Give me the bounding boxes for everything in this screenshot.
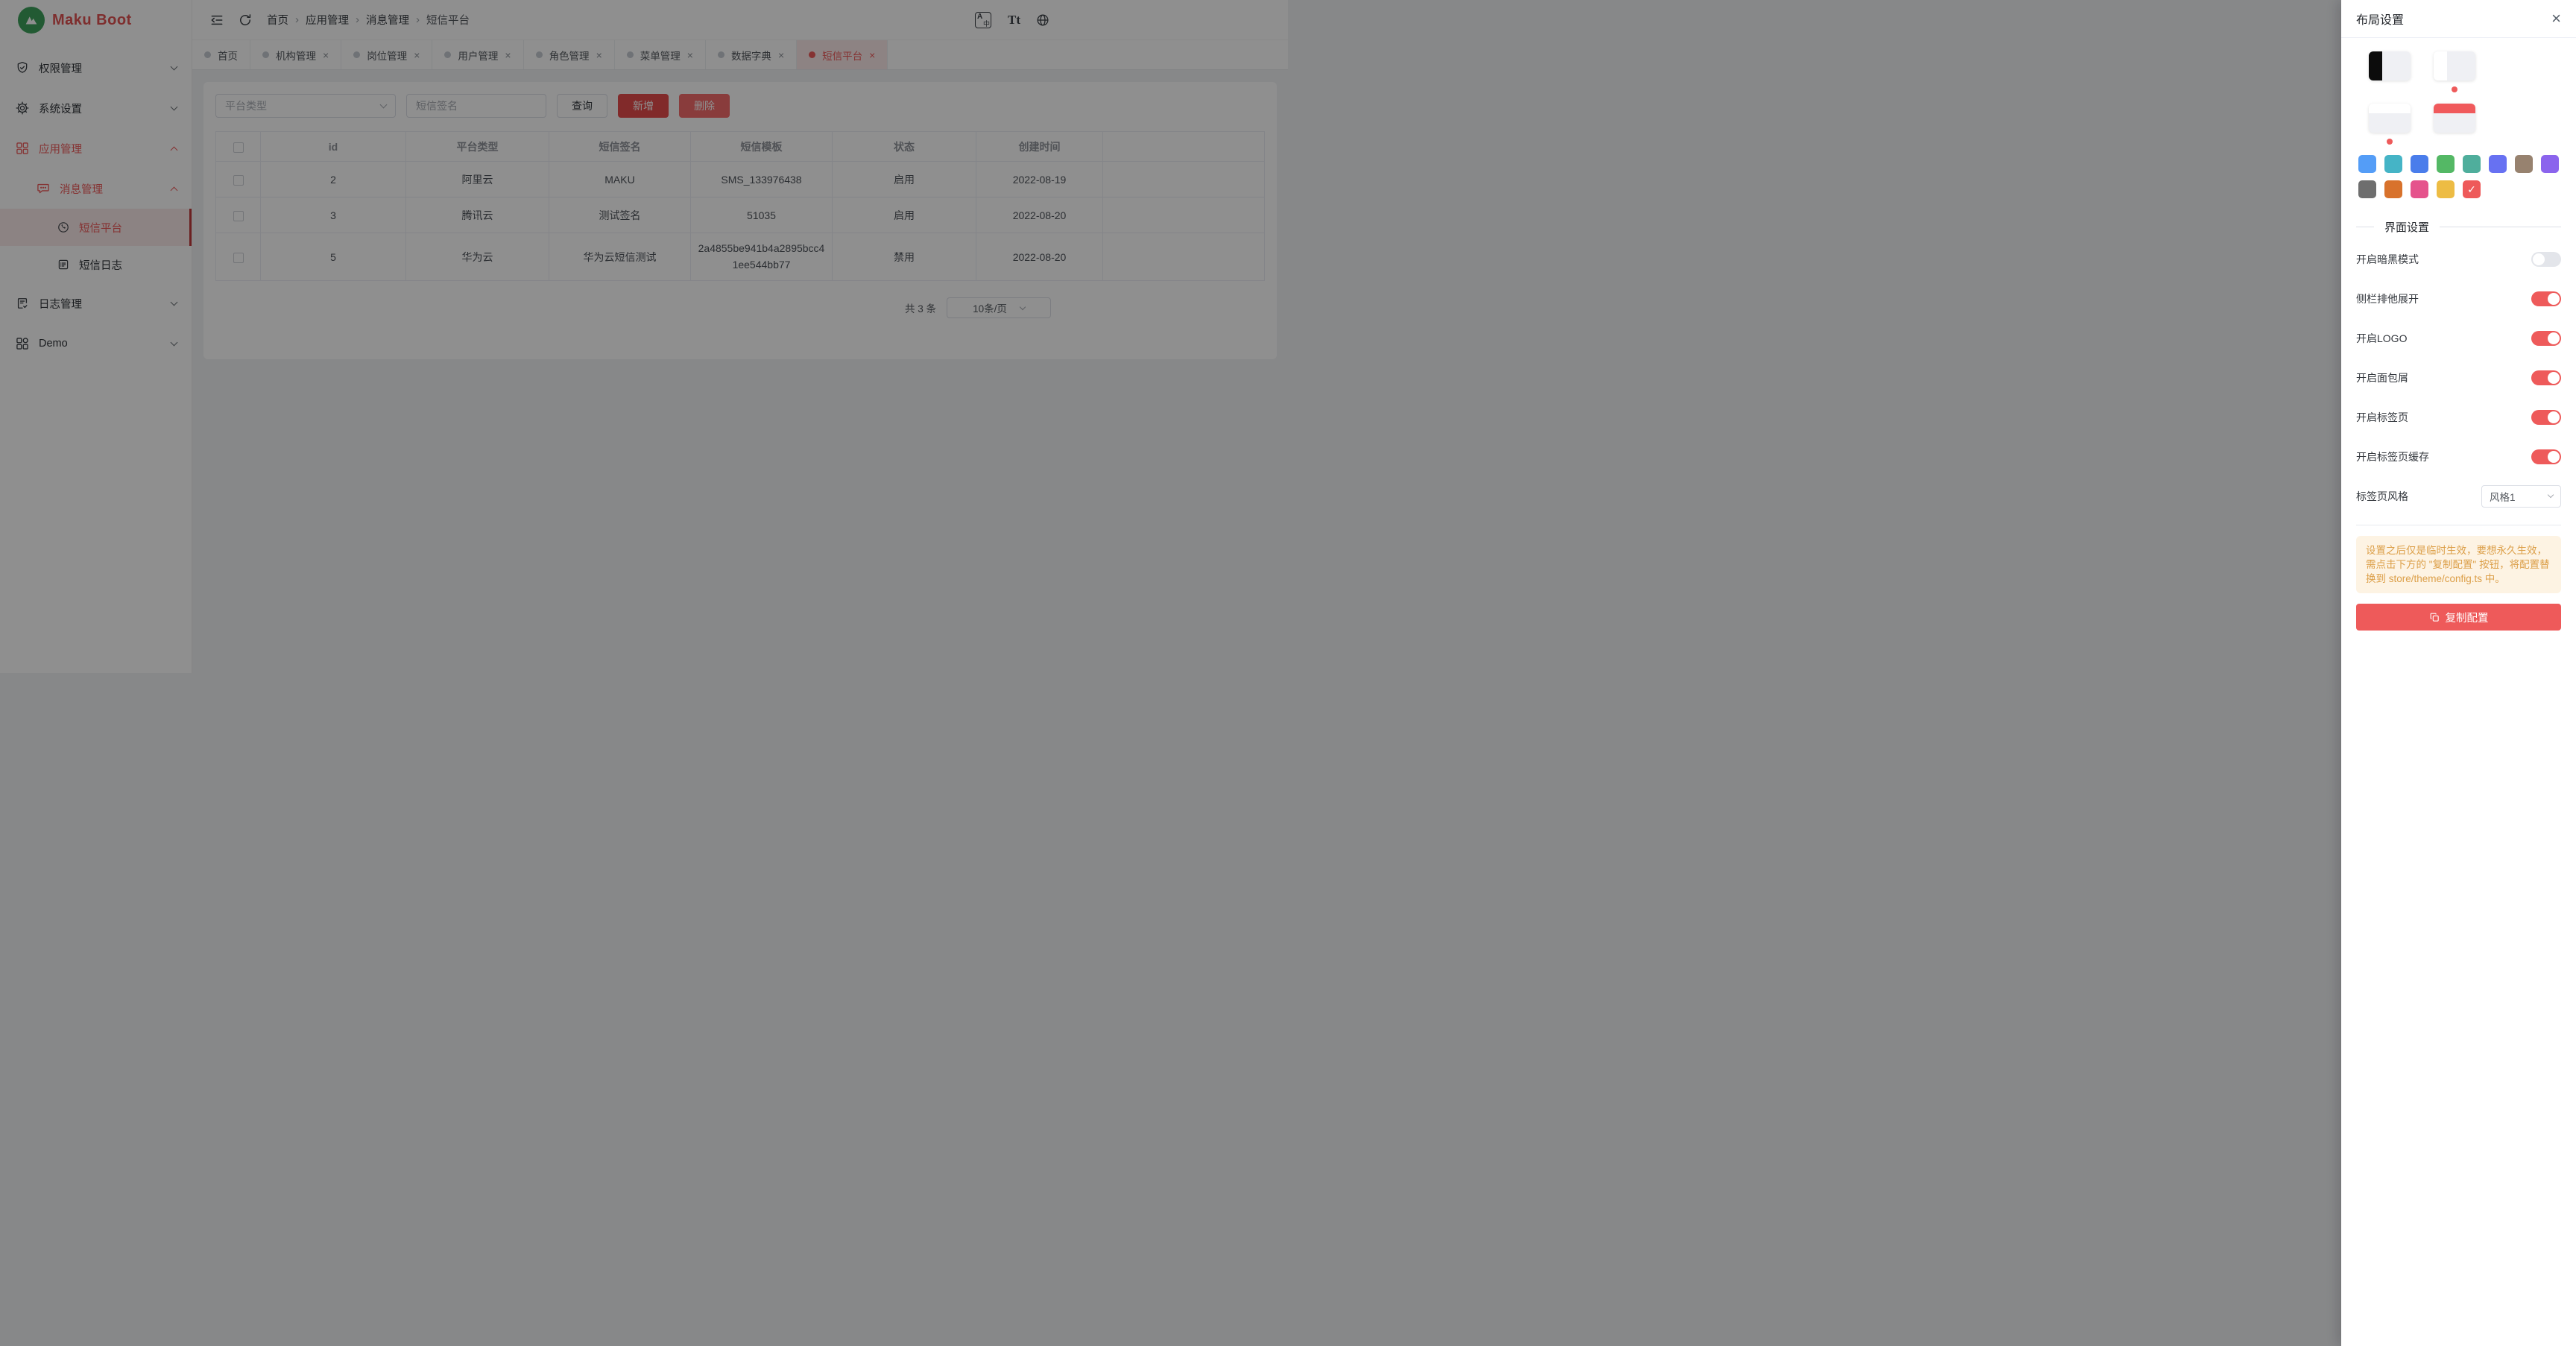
theme-color-swatch[interactable]	[2411, 155, 2428, 173]
theme-color-swatch[interactable]	[2463, 155, 2481, 173]
chevron-down-icon	[2548, 492, 2554, 498]
drawer-title: 布局设置	[2356, 10, 2404, 28]
breadcrumb-toggle[interactable]	[2531, 370, 2561, 385]
setting-tabs: 开启标签页	[2356, 397, 2561, 437]
tab-style-select[interactable]: 风格1	[2481, 485, 2561, 508]
setting-tab-style: 标签页风格 风格1	[2356, 476, 2561, 516]
theme-color-swatches: ✓	[2358, 155, 2561, 198]
sidebar-dark-preview-icon	[2369, 51, 2411, 80]
layout-settings-drawer: 布局设置 ×	[2341, 0, 2576, 1346]
theme-color-swatch[interactable]	[2384, 155, 2402, 173]
theme-color-swatch[interactable]	[2437, 180, 2455, 198]
tabs-cache-toggle[interactable]	[2531, 449, 2561, 464]
header-light-preview-icon	[2369, 104, 2411, 133]
layout-options	[2369, 51, 2561, 133]
theme-color-swatch[interactable]	[2411, 180, 2428, 198]
selected-dot-icon	[2452, 86, 2457, 92]
copy-icon	[2429, 612, 2440, 623]
setting-breadcrumb: 开启面包屑	[2356, 358, 2561, 397]
theme-color-swatch[interactable]	[2515, 155, 2533, 173]
close-icon[interactable]: ×	[2551, 10, 2561, 27]
theme-color-swatch[interactable]	[2489, 155, 2507, 173]
selected-dot-icon	[2387, 139, 2393, 145]
drawer-header: 布局设置 ×	[2341, 0, 2576, 38]
setting-sidebar-accordion: 侧栏排他展开	[2356, 279, 2561, 318]
setting-tabs-cache: 开启标签页缓存	[2356, 437, 2561, 476]
interface-settings-divider: 界面设置	[2356, 219, 2561, 235]
copy-config-button[interactable]: 复制配置	[2356, 604, 2561, 631]
section-title: 界面设置	[2374, 219, 2440, 235]
drawer-body: ✓ 界面设置 开启暗黑模式 侧栏排他展开 开启LOGO 开启面包屑 开启标签页	[2341, 38, 2576, 1346]
layout-option-sidebar-light[interactable]	[2434, 51, 2475, 80]
setting-logo: 开启LOGO	[2356, 318, 2561, 358]
modal-overlay[interactable]	[0, 0, 2576, 1346]
setting-dark-mode: 开启暗黑模式	[2356, 239, 2561, 279]
theme-color-swatch[interactable]	[2358, 155, 2376, 173]
sidebar-accordion-toggle[interactable]	[2531, 291, 2561, 306]
layout-option-sidebar-dark[interactable]	[2369, 51, 2411, 80]
dark-mode-toggle[interactable]	[2531, 252, 2561, 267]
check-icon: ✓	[2467, 183, 2476, 196]
layout-option-header-light[interactable]	[2369, 104, 2411, 133]
notice-box: 设置之后仅是临时生效，要想永久生效，需点击下方的 "复制配置" 按钮，将配置替换…	[2356, 536, 2561, 593]
theme-color-swatch-selected[interactable]: ✓	[2463, 180, 2481, 198]
theme-color-swatch[interactable]	[2384, 180, 2402, 198]
theme-color-swatch[interactable]	[2437, 155, 2455, 173]
sidebar-light-preview-icon	[2434, 51, 2475, 80]
theme-color-swatch[interactable]	[2541, 155, 2559, 173]
layout-option-header-primary[interactable]	[2434, 104, 2475, 133]
logo-toggle[interactable]	[2531, 331, 2561, 346]
tabs-toggle[interactable]	[2531, 410, 2561, 425]
theme-color-swatch[interactable]	[2358, 180, 2376, 198]
header-primary-preview-icon	[2434, 104, 2475, 133]
